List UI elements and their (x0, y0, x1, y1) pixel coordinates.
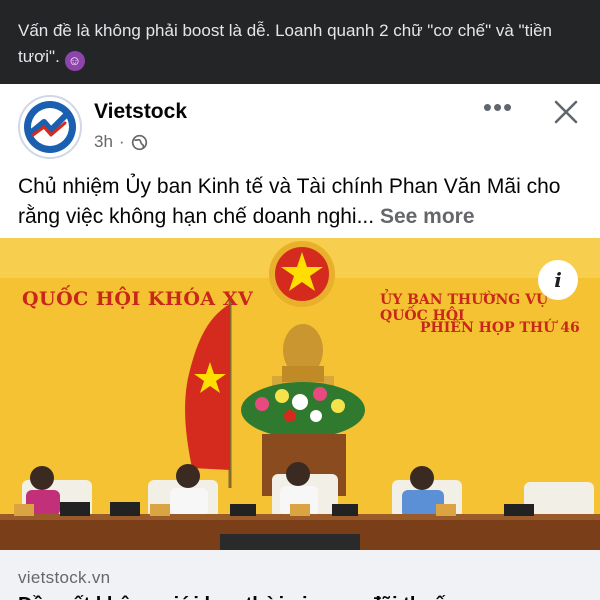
more-options-icon[interactable]: ••• (480, 94, 516, 126)
post-body-text: Chủ nhiệm Ủy ban Kinh tế và Tài chính Ph… (18, 175, 561, 228)
meta-separator: · (118, 132, 125, 151)
globe-icon (131, 134, 147, 150)
banner-right-line2: PHIÊN HỌP THỨ 46 (420, 320, 580, 336)
post-meta: 3h · (94, 132, 148, 152)
info-icon[interactable]: i (538, 260, 578, 300)
link-title-clip: Đề xuất không giới hạn thời gian ưu đãi … (18, 592, 584, 600)
link-domain: vietstock.vn (18, 568, 111, 587)
comment-bar: Vấn đề là không phải boost là dễ. Loanh … (0, 0, 600, 84)
post-image[interactable]: QUỐC HỘI KHÓA XV ỦY BAN THƯỜNG VỤ QUỐC H… (0, 238, 600, 550)
banner-left-text: QUỐC HỘI KHÓA XV (22, 288, 254, 310)
avatar[interactable] (18, 95, 82, 159)
post-time[interactable]: 3h (94, 132, 113, 152)
page-name[interactable]: Vietstock (94, 100, 187, 124)
see-more-link[interactable]: See more (380, 205, 475, 228)
close-icon[interactable] (552, 98, 580, 126)
assembly-scene-illustration (0, 238, 600, 550)
smiling-devil-emoji-icon: ☺ (64, 51, 85, 71)
vietstock-logo-icon (24, 101, 76, 153)
post-text: Chủ nhiệm Ủy ban Kinh tế và Tài chính Ph… (18, 172, 584, 232)
link-title[interactable]: Đề xuất không giới hạn thời gian ưu đãi … (18, 592, 584, 600)
comment-text: Vấn đề là không phải boost là dễ. Loanh … (18, 21, 553, 66)
